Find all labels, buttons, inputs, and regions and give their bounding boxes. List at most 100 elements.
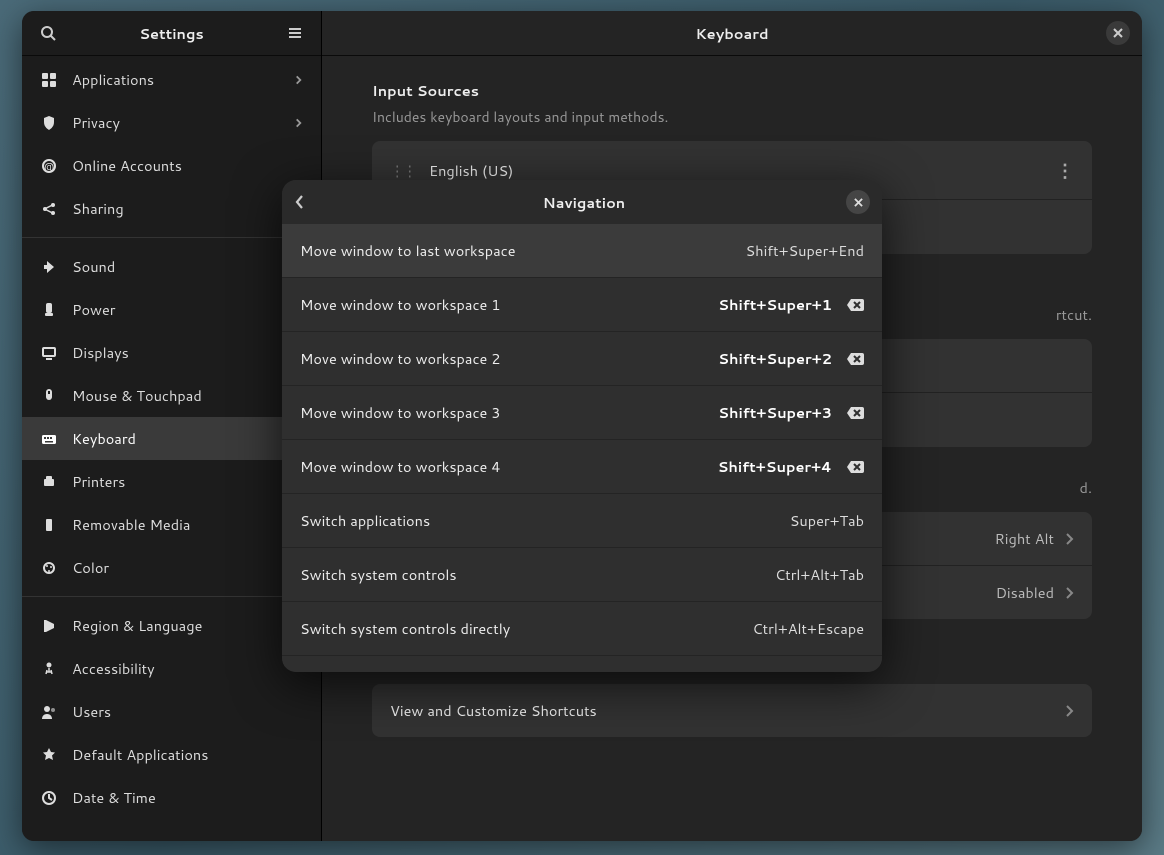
sidebar-item-date-time[interactable]: Date & Time xyxy=(22,776,321,819)
shortcut-row[interactable]: Move window to workspace 1Shift+Super+1 xyxy=(282,278,882,332)
input-sources-subtitle: Includes keyboard layouts and input meth… xyxy=(372,107,1092,127)
shortcut-name: Move window to last workspace xyxy=(300,240,746,261)
sidebar-item-accessibility[interactable]: Accessibility xyxy=(22,647,321,690)
dialog-close-button[interactable] xyxy=(846,190,870,214)
chevron-right-icon xyxy=(1064,532,1074,546)
page-title: Keyboard xyxy=(358,23,1106,44)
sidebar-item-power[interactable]: Power xyxy=(22,288,321,331)
clear-shortcut-button[interactable] xyxy=(846,352,864,366)
mouse-touchpad-icon xyxy=(40,388,58,404)
shortcut-row[interactable]: Switch applicationsSuper+Tab xyxy=(282,494,882,548)
shortcut-row[interactable]: Switch system controls directlyCtrl+Alt+… xyxy=(282,602,882,656)
date-time-icon xyxy=(40,790,58,806)
sidebar-item-applications[interactable]: Applications xyxy=(22,58,321,101)
sidebar-item-label: Applications xyxy=(72,69,280,90)
sidebar-item-privacy[interactable]: Privacy xyxy=(22,101,321,144)
default-applications-icon xyxy=(40,747,58,763)
close-window-button[interactable] xyxy=(1106,21,1130,45)
sidebar-item-label: Keyboard xyxy=(72,428,303,449)
sidebar-item-removable-media[interactable]: Removable Media xyxy=(22,503,321,546)
sidebar-item-label: Displays xyxy=(72,342,303,363)
sidebar-divider xyxy=(22,237,321,238)
shortcut-name: Switch system controls directly xyxy=(300,618,752,639)
sidebar-item-label: Removable Media xyxy=(72,514,303,535)
shortcut-row[interactable]: Move window to workspace 2Shift+Super+2 xyxy=(282,332,882,386)
color-icon xyxy=(40,560,58,576)
sidebar-item-default-applications[interactable]: Default Applications xyxy=(22,733,321,776)
displays-icon xyxy=(40,345,58,361)
sidebar-item-label: Sound xyxy=(72,256,303,277)
more-options-button[interactable]: ⋮ xyxy=(1056,157,1074,183)
main-header: Keyboard xyxy=(322,11,1142,56)
region-language-icon xyxy=(40,618,58,634)
shortcut-keys: Ctrl+Alt+Escape xyxy=(752,618,864,639)
sidebar-item-label: Users xyxy=(72,701,303,722)
chevron-right-icon xyxy=(294,73,303,87)
sidebar-item-color[interactable]: Color xyxy=(22,546,321,589)
power-icon xyxy=(40,302,58,318)
privacy-icon xyxy=(40,115,58,131)
sidebar-item-sound[interactable]: Sound xyxy=(22,245,321,288)
shortcut-name: Move window to workspace 4 xyxy=(300,456,718,477)
chevron-right-icon xyxy=(1064,704,1074,718)
online-accounts-icon: @ xyxy=(40,158,58,174)
row-value: Right Alt xyxy=(995,528,1054,549)
chevron-right-icon xyxy=(294,116,303,130)
clear-shortcut-button[interactable] xyxy=(846,406,864,420)
shortcut-row[interactable]: Move window to last workspaceShift+Super… xyxy=(282,224,882,278)
sidebar-item-sharing[interactable]: Sharing xyxy=(22,187,321,230)
sidebar-item-label: Accessibility xyxy=(72,658,303,679)
row-value: Disabled xyxy=(996,582,1054,603)
view-shortcuts-row[interactable]: View and Customize Shortcuts xyxy=(372,684,1092,737)
shortcut-keys: Shift+Super+4 xyxy=(718,456,832,477)
sidebar-item-label: Sharing xyxy=(72,198,303,219)
input-sources-title: Input Sources xyxy=(372,80,1092,101)
sidebar-item-displays[interactable]: Displays xyxy=(22,331,321,374)
input-source-label: English (US) xyxy=(429,160,1056,181)
svg-text:@: @ xyxy=(44,160,54,174)
sidebar-item-region-language[interactable]: Region & Language xyxy=(22,604,321,647)
clear-shortcut-button[interactable] xyxy=(846,460,864,474)
sidebar-item-mouse-touchpad[interactable]: Mouse & Touchpad xyxy=(22,374,321,417)
dialog-bottom-gap xyxy=(282,656,882,672)
sidebar-item-users[interactable]: Users xyxy=(22,690,321,733)
sidebar-item-printers[interactable]: Printers xyxy=(22,460,321,503)
sidebar-item-label: Color xyxy=(72,557,303,578)
shortcut-keys: Ctrl+Alt+Tab xyxy=(775,564,864,585)
view-shortcuts-label: View and Customize Shortcuts xyxy=(390,700,1064,721)
sharing-icon xyxy=(40,201,58,217)
shortcut-row[interactable]: Move window to workspace 3Shift+Super+3 xyxy=(282,386,882,440)
sidebar-item-keyboard[interactable]: Keyboard xyxy=(22,417,321,460)
sidebar-item-label: Date & Time xyxy=(72,787,303,808)
chevron-right-icon xyxy=(1064,586,1074,600)
accessibility-icon xyxy=(40,661,58,677)
shortcut-keys: Shift+Super+1 xyxy=(718,294,832,315)
sidebar-item-label: Online Accounts xyxy=(72,155,303,176)
shortcut-list: Move window to last workspace Shift+Super… xyxy=(282,224,882,656)
sidebar: Settings Applications Privacy @ Online Acco… xyxy=(22,11,322,841)
shortcut-keys: Super+Tab xyxy=(790,510,864,531)
search-button[interactable] xyxy=(34,19,62,47)
shortcut-row[interactable]: Switch system controlsCtrl+Alt+Tab xyxy=(282,548,882,602)
applications-icon xyxy=(40,72,58,88)
drag-handle-icon[interactable]: ⋮⋮ xyxy=(390,160,415,181)
shortcut-name: Move window to workspace 1 xyxy=(300,294,718,315)
shortcuts-card: View and Customize Shortcuts xyxy=(372,684,1092,737)
shortcut-keys: Shift+Super+2 xyxy=(718,348,832,369)
shortcut-row[interactable]: Move window to workspace 4Shift+Super+4 xyxy=(282,440,882,494)
keyboard-icon xyxy=(40,431,58,447)
dialog-header: Navigation xyxy=(282,180,882,224)
navigation-shortcuts-dialog: Navigation Move window to last workspace… xyxy=(282,180,882,672)
app-title: Settings xyxy=(62,23,281,44)
sidebar-divider xyxy=(22,596,321,597)
back-button[interactable] xyxy=(294,194,322,210)
sound-icon xyxy=(40,259,58,275)
shortcut-name: Switch system controls xyxy=(300,564,775,585)
sidebar-item-online-accounts[interactable]: @ Online Accounts xyxy=(22,144,321,187)
shortcut-name: Move window to workspace 2 xyxy=(300,348,718,369)
hamburger-menu-button[interactable] xyxy=(281,19,309,47)
sidebar-item-label: Privacy xyxy=(72,112,280,133)
sidebar-item-label: Mouse & Touchpad xyxy=(72,385,303,406)
removable-media-icon xyxy=(40,517,58,533)
clear-shortcut-button[interactable] xyxy=(846,298,864,312)
